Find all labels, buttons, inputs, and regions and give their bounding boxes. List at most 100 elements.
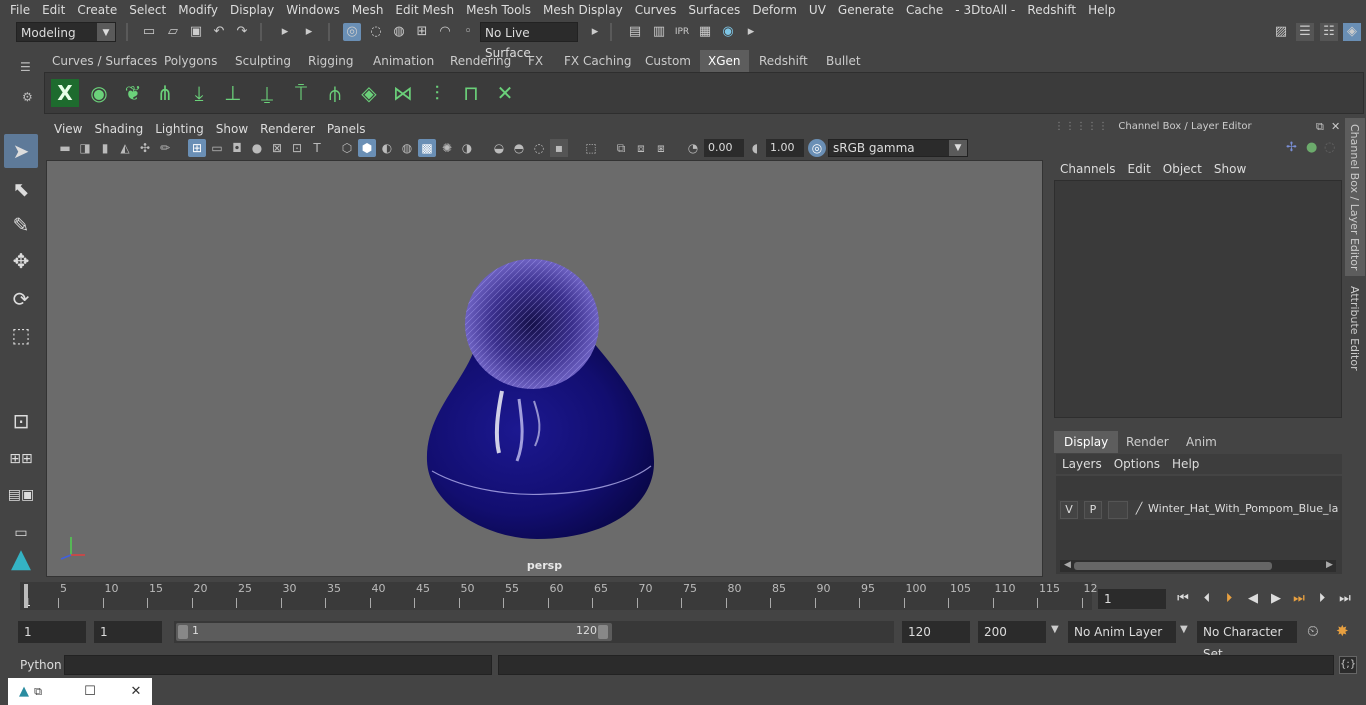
shelf-tab-curves-surfaces[interactable]: Curves / Surfaces <box>44 50 165 72</box>
menu-edit[interactable]: Edit <box>36 0 71 20</box>
screen-space-ao-icon[interactable]: ◒ <box>490 139 508 157</box>
shelf-tab-fx-caching[interactable]: FX Caching <box>556 50 639 72</box>
time-slider[interactable]: 1 51015202530354045505560657075808590951… <box>20 582 1098 610</box>
render-view-icon[interactable]: ▦ <box>696 23 714 41</box>
render-settings-icon[interactable]: ▤ <box>626 23 644 41</box>
shelf-tab-polygons[interactable]: Polygons <box>156 50 225 72</box>
command-input[interactable] <box>64 655 492 675</box>
layer-display-type-toggle[interactable] <box>1108 501 1128 519</box>
gamma-field[interactable]: 1.00 <box>766 139 804 157</box>
gate-mask-icon[interactable]: ● <box>248 139 266 157</box>
menu-mesh-display[interactable]: Mesh Display <box>537 0 629 20</box>
menu-generate[interactable]: Generate <box>832 0 900 20</box>
shelf-tab-sculpting[interactable]: Sculpting <box>227 50 299 72</box>
select-tool-icon[interactable]: ➤ <box>4 134 38 168</box>
arrow-right-icon[interactable]: ▸ <box>586 23 604 41</box>
menu-windows[interactable]: Windows <box>280 0 346 20</box>
workspace-icon[interactable]: ▨ <box>1272 23 1290 41</box>
new-scene-icon[interactable]: ▭ <box>140 23 158 41</box>
menu-surfaces[interactable]: Surfaces <box>682 0 746 20</box>
step-back-key-icon[interactable]: ⏵ <box>1219 589 1239 609</box>
menu-create[interactable]: Create <box>71 0 123 20</box>
shelf-settings-icon[interactable]: ⚙ <box>22 90 33 104</box>
wireframe-icon[interactable]: ⬡ <box>338 139 356 157</box>
camera-icon[interactable]: ▬ <box>56 139 74 157</box>
move-tool-icon[interactable]: ✥ <box>4 244 38 278</box>
hypershade-icon[interactable]: ◉ <box>719 23 737 41</box>
viewport-menu-view[interactable]: View <box>48 120 88 138</box>
shelf-tab-animation[interactable]: Animation <box>365 50 442 72</box>
snap-point-icon[interactable]: ◦ <box>459 23 477 41</box>
shelf-menu-icon[interactable]: ☰ <box>20 60 31 74</box>
xray-icon[interactable]: ⧉ <box>612 139 630 157</box>
redo-icon[interactable]: ↷ <box>233 23 251 41</box>
lasso-tool-icon[interactable]: ⬉ <box>4 172 38 206</box>
anti-aliasing-icon[interactable]: ◌ <box>530 139 548 157</box>
scroll-left-icon[interactable]: ◀ <box>1064 560 1071 570</box>
layer-tab-render[interactable]: Render <box>1116 431 1179 453</box>
shelf-tab-fx[interactable]: FX <box>520 50 551 72</box>
shelf-tab-bullet[interactable]: Bullet <box>818 50 869 72</box>
float-panel-icon[interactable]: ⧉ <box>1316 120 1324 134</box>
play-backward-icon[interactable]: ◀ <box>1243 589 1263 609</box>
arrow-right-icon[interactable]: ▸ <box>276 23 294 41</box>
close-window-icon[interactable]: ✕ <box>126 682 146 702</box>
lasso-select-icon[interactable]: ◌ <box>367 23 385 41</box>
2d-pan-zoom-icon[interactable]: ✣ <box>136 139 154 157</box>
viewport-menu-renderer[interactable]: Renderer <box>254 120 321 138</box>
shelf-tab-rigging[interactable]: Rigging <box>300 50 361 72</box>
menu-curves[interactable]: Curves <box>629 0 683 20</box>
channel-box-menu-channels[interactable]: Channels <box>1054 160 1122 178</box>
channel-box-menu-edit[interactable]: Edit <box>1122 160 1157 178</box>
menu-help[interactable]: Help <box>1082 0 1121 20</box>
wireframe-on-shaded-icon[interactable]: ▩ <box>418 139 436 157</box>
xgen-place-icon[interactable]: ⤓ <box>185 79 213 107</box>
color-space-dropdown[interactable]: sRGB gamma ▼ <box>828 139 968 157</box>
menu-modify[interactable]: Modify <box>172 0 224 20</box>
channel-box-menu-object[interactable]: Object <box>1157 160 1208 178</box>
show-tool-settings-icon[interactable]: ☰ <box>1296 23 1314 41</box>
depth-of-field-icon[interactable]: ▪ <box>550 139 568 157</box>
layer-tab-anim[interactable]: Anim <box>1176 431 1227 453</box>
current-time-marker[interactable] <box>24 584 28 608</box>
mode-dropdown[interactable]: Modeling ▼ <box>16 22 116 42</box>
undo-icon[interactable]: ↶ <box>210 23 228 41</box>
xgen-groom-icon[interactable]: ⋈ <box>389 79 417 107</box>
select-by-hierarchy-icon[interactable]: ◎ <box>343 23 361 41</box>
channel-box-menu-show[interactable]: Show <box>1208 160 1252 178</box>
shelf-tab-xgen[interactable]: XGen <box>700 50 749 72</box>
shelf-tab-custom[interactable]: Custom <box>637 50 699 72</box>
scale-tool-icon[interactable]: ⬚ <box>4 318 38 352</box>
rotate-tool-icon[interactable]: ⟳ <box>4 282 38 316</box>
scene-start-field[interactable]: 1 <box>18 621 86 643</box>
shadows-icon[interactable]: ◑ <box>458 139 476 157</box>
go-to-end-icon[interactable]: ⏭ <box>1335 589 1355 609</box>
xgen-delete-icon[interactable]: ✕ <box>491 79 519 107</box>
character-set-dropdown[interactable]: No Character Set <box>1197 621 1297 661</box>
arrow-right-icon[interactable]: ▸ <box>742 23 760 41</box>
xgen-add-icon[interactable]: ⊥ <box>219 79 247 107</box>
side-tab-channel-box[interactable]: Channel Box / Layer Editor <box>1345 118 1365 276</box>
smooth-shade-icon[interactable]: ⬢ <box>358 139 376 157</box>
isolate-select-icon[interactable]: ⬚ <box>582 139 600 157</box>
layer-menu-layers[interactable]: Layers <box>1056 454 1108 474</box>
step-forward-key-icon[interactable]: ⏭ <box>1289 589 1309 609</box>
xgen-editor-icon[interactable]: X <box>51 79 79 107</box>
scrollbar-thumb[interactable] <box>1074 562 1272 570</box>
snap-curve-icon[interactable]: ◠ <box>436 23 454 41</box>
xray-joints-icon[interactable]: ⧈ <box>632 139 650 157</box>
color-management-icon[interactable]: ◎ <box>808 139 826 157</box>
xgen-lock-icon[interactable]: ⍑ <box>287 79 315 107</box>
grid-icon[interactable]: ⊞ <box>188 139 206 157</box>
grease-pencil-icon[interactable]: ✏ <box>156 139 174 157</box>
menu-file[interactable]: File <box>4 0 36 20</box>
lock-icon[interactable]: ◌ <box>1324 140 1335 155</box>
menu-3dtoall[interactable]: - 3DtoAll - <box>949 0 1021 20</box>
chevron-down-icon[interactable]: ▼ <box>1180 624 1188 635</box>
playback-start-field[interactable]: 1 <box>94 621 162 643</box>
live-surface-field[interactable]: No Live Surface <box>480 22 578 60</box>
motion-blur-icon[interactable]: ◓ <box>510 139 528 157</box>
xgen-cut-icon[interactable]: ⊓ <box>457 79 485 107</box>
menu-mesh-tools[interactable]: Mesh Tools <box>460 0 537 20</box>
play-forward-icon[interactable]: ▶ <box>1266 589 1286 609</box>
